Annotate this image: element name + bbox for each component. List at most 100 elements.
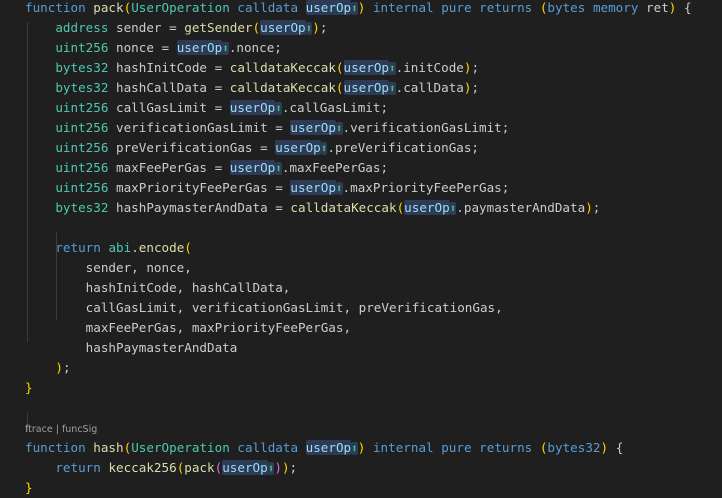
code-line: uint256 callGasLimit = userOp⬆.callGasLi…: [25, 98, 388, 118]
code-token: pack: [93, 0, 124, 15]
code-token: calldataKeccak: [229, 80, 336, 95]
code-token: pure: [441, 440, 472, 455]
code-token: sender =: [116, 20, 185, 35]
code-token: (: [335, 80, 344, 95]
code-token: uint256: [55, 140, 109, 155]
code-token: ;: [471, 60, 480, 75]
code-token: ): [281, 460, 290, 475]
code-token: (: [252, 20, 261, 35]
code-line: bytes32 hashInitCode = calldataKeccak(us…: [25, 58, 479, 78]
code-token: ): [600, 440, 609, 455]
code-token: calldataKeccak: [290, 200, 397, 215]
code-token: callGasLimit =: [116, 100, 230, 115]
code-token: return: [55, 460, 101, 475]
code-token: hashInitCode =: [116, 60, 230, 75]
code-token: (: [335, 60, 344, 75]
code-token: }: [25, 480, 33, 495]
code-token: maxFeePerGas =: [116, 160, 230, 175]
code-token: UserOperation: [131, 440, 230, 455]
code-line: hashPaymasterAndData: [25, 338, 238, 358]
code-line: uint256 maxPriorityFeePerGas = userOp⬆.m…: [25, 178, 509, 198]
code-token: bytes: [547, 0, 586, 15]
code-token: .callData: [395, 80, 464, 95]
code-token: hashPaymasterAndData =: [116, 200, 291, 215]
up-arrow-icon: ⬆: [389, 82, 396, 95]
code-line: uint256 verificationGasLimit = userOp⬆.v…: [25, 118, 509, 138]
code-token: .maxFeePerGas;: [281, 160, 389, 175]
code-token: callGasLimit, verificationGasLimit, preV…: [85, 300, 503, 315]
code-token: userOp: [404, 200, 450, 215]
up-arrow-icon: ⬆: [275, 162, 282, 175]
code-token: .preVerificationGas;: [327, 140, 480, 155]
code-line: uint256 preVerificationGas = userOp⬆.pre…: [25, 138, 479, 158]
code-editor[interactable]: function pack(UserOperation calldata use…: [0, 0, 722, 495]
code-token: {: [683, 0, 692, 15]
code-token: bytes32: [55, 60, 109, 75]
code-token: userOp: [343, 60, 389, 75]
code-token: ;: [289, 460, 298, 475]
up-arrow-icon: ⬆: [267, 462, 275, 475]
code-token: ): [312, 20, 320, 35]
code-token: userOp: [275, 140, 321, 155]
code-token: userOp: [290, 120, 336, 135]
code-line: maxFeePerGas, maxPriorityFeePerGas,: [25, 318, 351, 338]
code-token: userOp: [176, 40, 223, 55]
code-token: ;: [62, 360, 71, 375]
code-token: maxFeePerGas, maxPriorityFeePerGas,: [85, 320, 352, 335]
code-token: hash: [93, 440, 124, 455]
code-token: bytes32: [55, 80, 109, 95]
code-token: ret: [646, 0, 669, 15]
code-token: bytes32: [547, 440, 601, 455]
code-token: address: [55, 20, 109, 35]
code-token: uint256: [55, 160, 109, 175]
code-token: userOp: [305, 0, 352, 15]
up-arrow-icon: ⬆: [351, 2, 358, 15]
code-line: sender, nonce,: [25, 258, 192, 278]
code-line: }: [25, 378, 33, 398]
code-token: .initCode: [395, 60, 464, 75]
code-line: address sender = getSender(userOp⬆);: [25, 18, 327, 38]
code-line: function pack(UserOperation calldata use…: [25, 0, 692, 18]
code-token: verificationGasLimit =: [116, 120, 291, 135]
code-token: maxPriorityFeePerGas =: [116, 180, 291, 195]
code-token: }: [25, 380, 33, 395]
code-token: uint256: [55, 40, 109, 55]
code-token: uint256: [55, 120, 109, 135]
code-line: bytes32 hashCallData = calldataKeccak(us…: [25, 78, 479, 98]
code-token: pack: [184, 460, 215, 475]
code-token: (: [176, 460, 185, 475]
code-token: function: [25, 440, 86, 455]
code-token: userOp: [343, 80, 389, 95]
code-token: (: [184, 240, 192, 255]
code-token: ): [55, 360, 63, 375]
up-arrow-icon: ⬆: [275, 102, 282, 115]
code-token: returns: [479, 440, 533, 455]
code-token: encode: [138, 240, 185, 255]
code-token: hashPaymasterAndData: [85, 340, 238, 355]
code-lens-ftrace-funcsig[interactable]: ftrace | funcSig: [25, 424, 97, 436]
code-token: nonce =: [116, 40, 177, 55]
